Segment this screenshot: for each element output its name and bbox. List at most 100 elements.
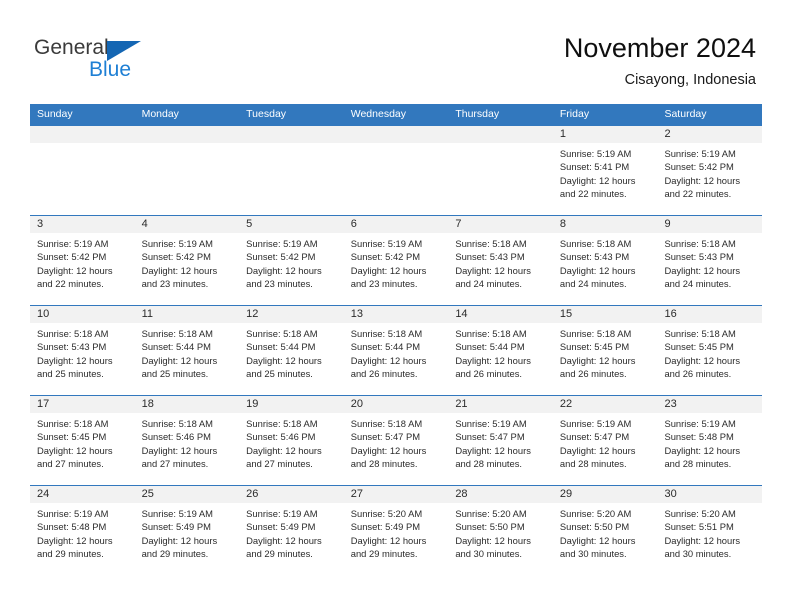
sunset-text: Sunset: 5:44 PM xyxy=(350,341,421,353)
day-details: Sunrise: 5:19 AM Sunset: 5:42 PM Daylight:… xyxy=(135,233,240,291)
day-cell-10[interactable]: 10 Sunrise: 5:18 AM Sunset: 5:43 PM Dayligh… xyxy=(30,305,135,395)
sunset-text: Sunset: 5:42 PM xyxy=(37,251,107,263)
day-cell-5[interactable]: 5 Sunrise: 5:19 AM Sunset: 5:42 PM Daylight… xyxy=(239,215,344,305)
day-number-band xyxy=(448,125,553,143)
day-number: 3 xyxy=(37,218,44,230)
day-details: Sunrise: 5:19 AM Sunset: 5:48 PM Daylight:… xyxy=(30,503,135,561)
day-cell-17[interactable]: 17 Sunrise: 5:18 AM Sunset: 5:45 PM Dayligh… xyxy=(30,395,135,485)
daylight-text-line1: Daylight: 12 hours xyxy=(664,264,741,276)
day-number-band: 5 xyxy=(239,215,344,233)
daylight-text-line1: Daylight: 12 hours xyxy=(246,444,322,456)
sunset-text: Sunset: 5:50 PM xyxy=(455,521,525,533)
sunrise-text: Sunrise: 5:19 AM xyxy=(664,148,736,159)
day-number: 8 xyxy=(559,218,567,230)
sunrise-text: Sunrise: 5:18 AM xyxy=(350,328,423,339)
day-cell-15[interactable]: 15 Sunrise: 5:18 AM Sunset: 5:45 PM Dayligh… xyxy=(552,305,658,395)
sunrise-text: Sunrise: 5:19 AM xyxy=(559,418,632,429)
generalblue-logo[interactable]: General Blue xyxy=(34,36,164,84)
day-cell-21[interactable]: 21 Sunrise: 5:19 AM Sunset: 5:47 PM Dayligh… xyxy=(448,395,553,485)
daylight-text-line2: and 22 minutes. xyxy=(37,278,104,290)
logo-text-blue: Blue xyxy=(89,58,132,81)
day-number: 12 xyxy=(246,308,259,320)
day-cell-29[interactable]: 29 Sunrise: 5:20 AM Sunset: 5:50 PM Dayligh… xyxy=(552,485,658,575)
day-cell-18[interactable]: 18 Sunrise: 5:18 AM Sunset: 5:46 PM Dayligh… xyxy=(134,395,240,485)
day-cell-13[interactable]: 13 Sunrise: 5:18 AM Sunset: 5:44 PM Dayligh… xyxy=(343,305,449,395)
day-number: 14 xyxy=(455,308,468,320)
day-cell-26[interactable]: 26 Sunrise: 5:19 AM Sunset: 5:49 PM Dayligh… xyxy=(239,485,344,575)
day-cell-22[interactable]: 22 Sunrise: 5:19 AM Sunset: 5:47 PM Dayligh… xyxy=(552,395,658,485)
day-number-band xyxy=(30,125,135,143)
calendar-weeks: 1 Sunrise: 5:19 AM Sunset: 5:41 PM Daylight… xyxy=(30,125,763,575)
day-number: 30 xyxy=(664,488,677,500)
day-number-band: 4 xyxy=(134,215,240,233)
day-cell-12[interactable]: 12 Sunrise: 5:18 AM Sunset: 5:44 PM Dayligh… xyxy=(239,305,344,395)
day-cell-23[interactable]: 23 Sunrise: 5:19 AM Sunset: 5:48 PM Dayligh… xyxy=(657,395,763,485)
day-cell-14[interactable]: 14 Sunrise: 5:18 AM Sunset: 5:44 PM Dayligh… xyxy=(448,305,553,395)
day-cell-24[interactable]: 24 Sunrise: 5:19 AM Sunset: 5:48 PM Dayligh… xyxy=(30,485,135,575)
day-cell-2[interactable]: 2 Sunrise: 5:19 AM Sunset: 5:42 PM Daylight… xyxy=(657,125,763,215)
daylight-text-line1: Daylight: 12 hours xyxy=(246,354,322,366)
daylight-text-line2: and 23 minutes. xyxy=(350,278,418,290)
daylight-text-line1: Daylight: 12 hours xyxy=(246,534,322,546)
day-number: 24 xyxy=(37,488,50,500)
day-cell-28[interactable]: 28 Sunrise: 5:20 AM Sunset: 5:50 PM Dayligh… xyxy=(448,485,553,575)
page-title: November 2024 xyxy=(563,33,756,63)
daylight-text-line2: and 30 minutes. xyxy=(559,548,627,560)
calendar-week-row: 24 Sunrise: 5:19 AM Sunset: 5:48 PM Dayligh… xyxy=(30,485,763,575)
daylight-text-line2: and 29 minutes. xyxy=(350,548,418,560)
day-details: Sunrise: 5:18 AM Sunset: 5:45 PM Daylight:… xyxy=(657,323,762,381)
weekday-header-saturday: Saturday xyxy=(664,108,707,120)
daylight-text-line2: and 27 minutes. xyxy=(141,458,209,470)
sunrise-text: Sunrise: 5:18 AM xyxy=(37,418,109,429)
day-number-band: 16 xyxy=(657,305,763,323)
day-cell-16[interactable]: 16 Sunrise: 5:18 AM Sunset: 5:45 PM Dayligh… xyxy=(657,305,763,395)
sunset-text: Sunset: 5:47 PM xyxy=(350,431,421,443)
day-cell-8[interactable]: 8 Sunrise: 5:18 AM Sunset: 5:43 PM Daylight… xyxy=(552,215,658,305)
day-cell-11[interactable]: 11 Sunrise: 5:18 AM Sunset: 5:44 PM Dayligh… xyxy=(134,305,240,395)
calendar-week-row: 1 Sunrise: 5:19 AM Sunset: 5:41 PM Daylight… xyxy=(30,125,763,215)
daylight-text-line1: Daylight: 12 hours xyxy=(141,534,218,546)
day-number: 5 xyxy=(246,218,253,230)
daylight-text-line1: Daylight: 12 hours xyxy=(37,354,113,366)
day-number-band: 24 xyxy=(30,485,135,503)
day-cell-25[interactable]: 25 Sunrise: 5:19 AM Sunset: 5:49 PM Dayligh… xyxy=(134,485,240,575)
sunset-text: Sunset: 5:50 PM xyxy=(559,521,630,533)
daylight-text-line2: and 25 minutes. xyxy=(37,368,104,380)
day-cell-19[interactable]: 19 Sunrise: 5:18 AM Sunset: 5:46 PM Dayligh… xyxy=(239,395,344,485)
day-number-band: 20 xyxy=(343,395,449,413)
sunset-text: Sunset: 5:45 PM xyxy=(37,431,107,443)
day-cell-6[interactable]: 6 Sunrise: 5:19 AM Sunset: 5:42 PM Daylight… xyxy=(343,215,449,305)
daylight-text-line1: Daylight: 12 hours xyxy=(246,264,322,276)
daylight-text-line2: and 22 minutes. xyxy=(664,188,732,200)
daylight-text-line1: Daylight: 12 hours xyxy=(559,264,636,276)
sunset-text: Sunset: 5:44 PM xyxy=(455,341,525,353)
daylight-text-line1: Daylight: 12 hours xyxy=(37,264,113,276)
day-details: Sunrise: 5:18 AM Sunset: 5:44 PM Daylight:… xyxy=(344,323,449,381)
day-cell-empty xyxy=(30,125,135,215)
calendar-week-row: 10 Sunrise: 5:18 AM Sunset: 5:43 PM Dayligh… xyxy=(30,305,763,395)
day-number-band: 29 xyxy=(552,485,658,503)
weekday-header-friday: Friday xyxy=(559,108,590,120)
sunrise-text: Sunrise: 5:18 AM xyxy=(246,328,318,339)
day-cell-1[interactable]: 1 Sunrise: 5:19 AM Sunset: 5:41 PM Daylight… xyxy=(552,125,658,215)
sunset-text: Sunset: 5:46 PM xyxy=(141,431,211,443)
day-cell-9[interactable]: 9 Sunrise: 5:18 AM Sunset: 5:43 PM Daylight… xyxy=(657,215,763,305)
day-cell-3[interactable]: 3 Sunrise: 5:19 AM Sunset: 5:42 PM Daylight… xyxy=(30,215,135,305)
day-number: 27 xyxy=(350,488,363,500)
day-cell-7[interactable]: 7 Sunrise: 5:18 AM Sunset: 5:43 PM Daylight… xyxy=(448,215,553,305)
day-number: 11 xyxy=(141,308,153,320)
daylight-text-line2: and 30 minutes. xyxy=(664,548,732,560)
day-cell-27[interactable]: 27 Sunrise: 5:20 AM Sunset: 5:49 PM Dayligh… xyxy=(343,485,449,575)
daylight-text-line1: Daylight: 12 hours xyxy=(664,534,741,546)
day-cell-20[interactable]: 20 Sunrise: 5:18 AM Sunset: 5:47 PM Dayligh… xyxy=(343,395,449,485)
day-cell-4[interactable]: 4 Sunrise: 5:19 AM Sunset: 5:42 PM Daylight… xyxy=(134,215,240,305)
day-details: Sunrise: 5:18 AM Sunset: 5:43 PM Daylight:… xyxy=(30,323,135,381)
day-number-band: 19 xyxy=(239,395,344,413)
day-number-band: 7 xyxy=(448,215,553,233)
day-number-band: 2 xyxy=(657,125,763,143)
weekday-header-sunday: Sunday xyxy=(37,108,73,120)
sunset-text: Sunset: 5:42 PM xyxy=(246,251,316,263)
day-cell-30[interactable]: 30 Sunrise: 5:20 AM Sunset: 5:51 PM Dayligh… xyxy=(657,485,763,575)
sunrise-text: Sunrise: 5:19 AM xyxy=(37,508,109,519)
daylight-text-line1: Daylight: 12 hours xyxy=(664,174,741,186)
